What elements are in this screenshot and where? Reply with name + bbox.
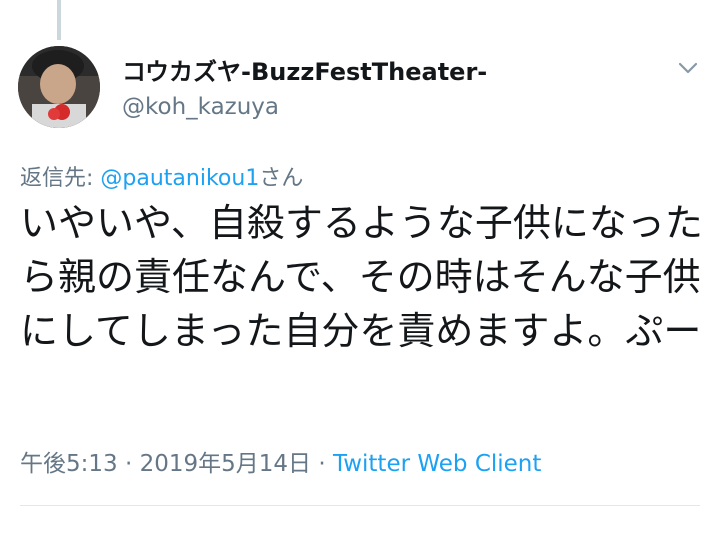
- divider: [20, 505, 700, 506]
- avatar[interactable]: [18, 46, 100, 128]
- tweet-client-link[interactable]: Twitter Web Client: [333, 451, 541, 477]
- thread-connector-line: [57, 0, 61, 40]
- tweet-time: 午後5:13: [20, 451, 118, 477]
- user-handle[interactable]: @koh_kazuya: [122, 94, 279, 120]
- meta-separator: ·: [311, 451, 333, 477]
- reply-suffix: さん: [259, 166, 304, 191]
- tweet-text: いやいや、自殺するような子供になったら親の責任なんで、その時はそんな子供にしてし…: [20, 201, 703, 353]
- display-name[interactable]: コウカズヤ-BuzzFestTheater-: [122, 52, 487, 87]
- meta-separator: ·: [117, 451, 140, 477]
- reply-context: 返信先: @pautanikou1さん: [20, 160, 303, 192]
- reply-mention-link[interactable]: @pautanikou1: [100, 166, 259, 191]
- tweet-date: 2019年5月14日: [139, 451, 312, 477]
- tweet-metadata: 午後5:13 · 2019年5月14日 · Twitter Web Client: [20, 444, 541, 478]
- chevron-down-icon[interactable]: [676, 56, 700, 80]
- reply-prefix: 返信先:: [20, 166, 101, 191]
